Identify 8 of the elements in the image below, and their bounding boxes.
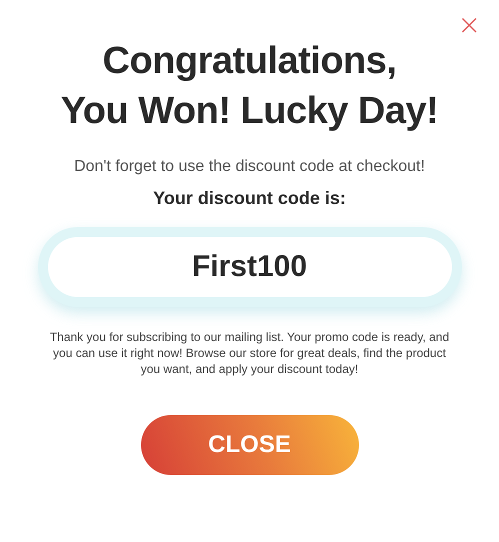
subtitle: Don't forget to use the discount code at checkout! xyxy=(74,158,425,176)
popup-title: You Won! Lucky Day! xyxy=(60,89,438,134)
popup-title: Congratulations, xyxy=(102,39,396,84)
close-button[interactable]: CLOSE xyxy=(140,415,358,475)
code-label: Your discount code is: xyxy=(153,188,346,209)
close-button[interactable]: × xyxy=(458,10,481,40)
discount-code-field: First100 xyxy=(48,237,452,297)
message-text: Thank you for subscribing to our mailing list. Your promo code is ready, and you can use it right now! Browse our store for great deals, find the product you want, and apply your discount today! xyxy=(48,329,450,377)
